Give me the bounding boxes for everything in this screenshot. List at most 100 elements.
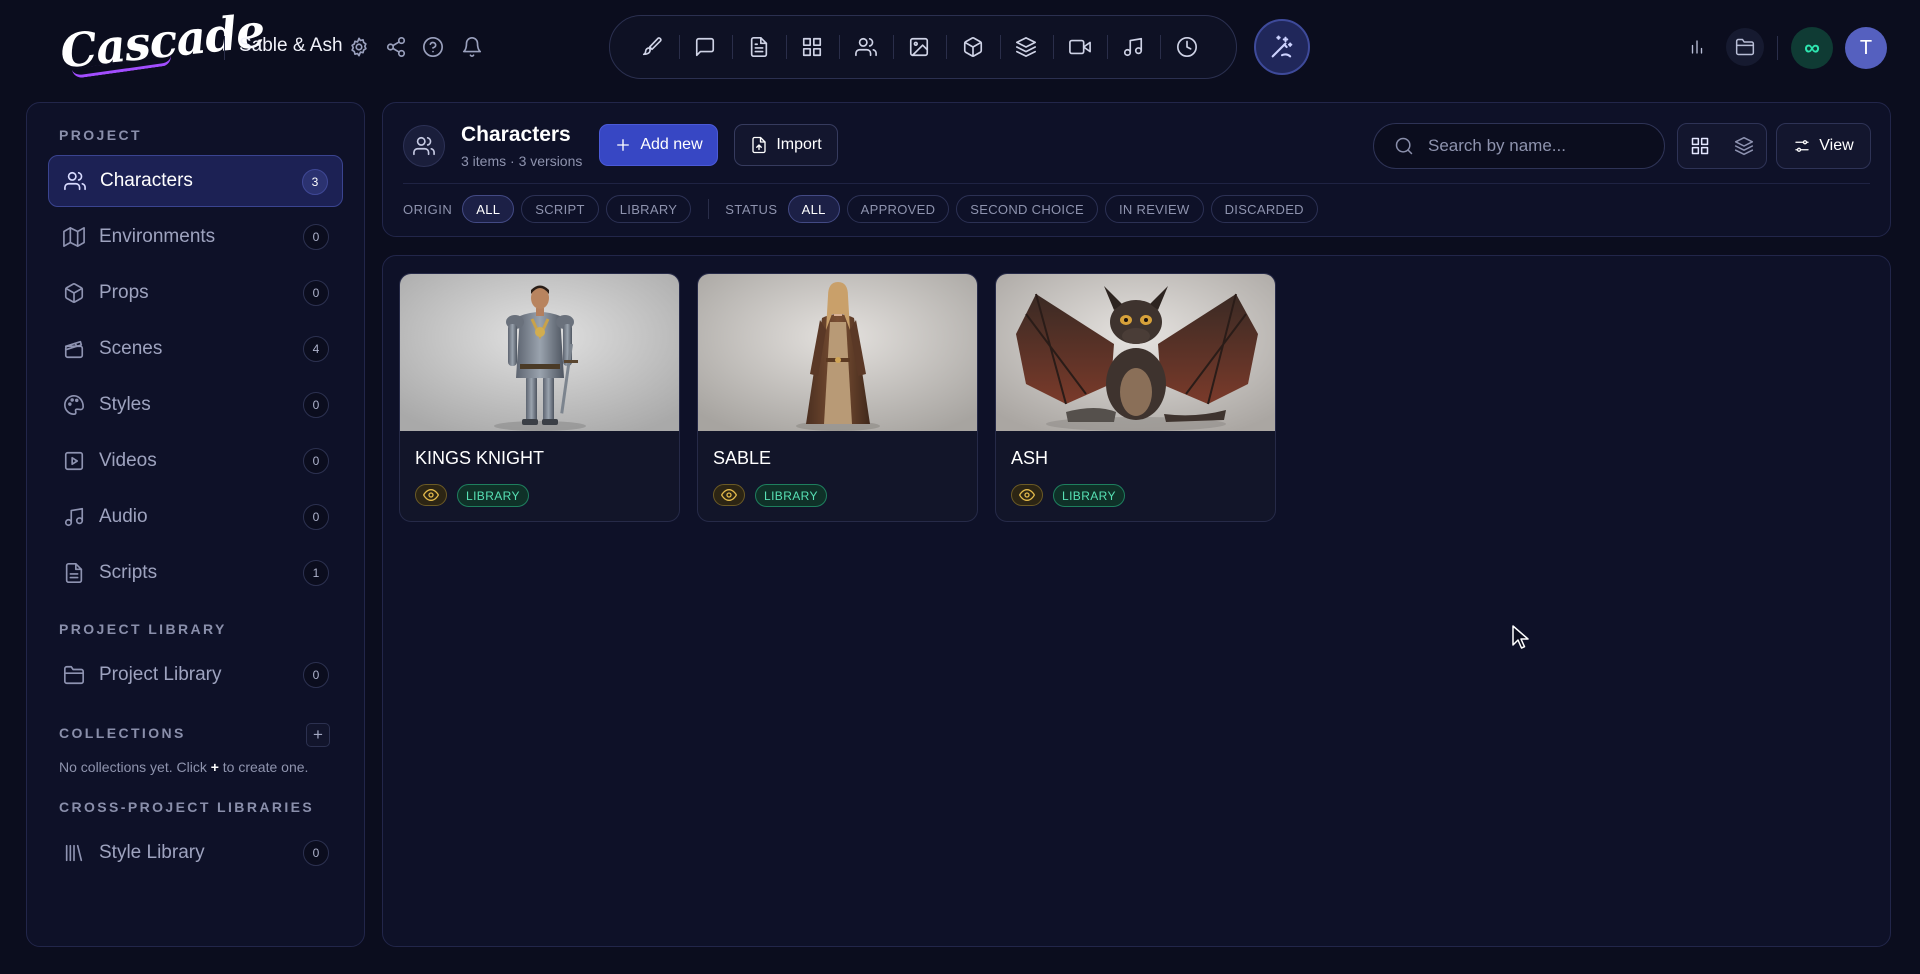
layers-icon[interactable] <box>999 15 1054 79</box>
import-button[interactable]: Import <box>734 124 838 166</box>
sidebar-item-style-library[interactable]: Style Library 0 <box>48 827 343 879</box>
sidebar-item-label: Characters <box>100 170 193 191</box>
eye-icon[interactable] <box>1011 484 1043 506</box>
sidebar-item-project-library[interactable]: Project Library 0 <box>48 649 343 701</box>
character-card[interactable]: SABLE LIBRARY <box>697 273 978 522</box>
help-icon[interactable] <box>422 36 446 60</box>
sidebar-item-label: Scenes <box>99 338 163 359</box>
plus-icon <box>617 139 630 151</box>
divider <box>1777 36 1778 60</box>
count-badge: 4 <box>303 336 329 362</box>
section-label-project: PROJECT <box>59 127 142 143</box>
users-icon <box>403 125 445 167</box>
count-badge: 3 <box>302 169 328 195</box>
character-card[interactable]: KINGS KNIGHT LIBRARY <box>399 273 680 522</box>
search-box <box>1373 123 1665 169</box>
sliders-icon <box>1795 140 1809 152</box>
status-label: STATUS <box>725 201 778 217</box>
eye-icon[interactable] <box>713 484 745 506</box>
library-badge: LIBRARY <box>755 484 827 507</box>
character-card[interactable]: ASH LIBRARY <box>995 273 1276 522</box>
count-badge: 0 <box>303 448 329 474</box>
count-badge: 0 <box>303 392 329 418</box>
header-panel: Characters 3 items · 3 versions Add new … <box>382 102 1891 237</box>
search-icon <box>1395 137 1413 155</box>
character-name: KINGS KNIGHT <box>415 448 545 468</box>
count-badge: 0 <box>303 224 329 250</box>
clock-icon[interactable] <box>1160 15 1214 79</box>
view-options-button[interactable]: View <box>1776 123 1871 169</box>
origin-filter-library[interactable]: LIBRARY <box>605 195 692 223</box>
image-icon[interactable] <box>892 15 947 79</box>
file-upload-icon <box>752 136 767 154</box>
origin-label: ORIGIN <box>403 201 453 217</box>
count-badge: 0 <box>303 840 329 866</box>
bell-icon[interactable] <box>461 36 485 60</box>
users-icon[interactable] <box>839 15 893 79</box>
filter-row: ORIGIN ALL SCRIPT LIBRARY STATUS ALL APP… <box>403 195 1325 223</box>
sidebar-item-videos[interactable]: Videos 0 <box>48 435 343 487</box>
cube-icon[interactable] <box>946 15 1000 79</box>
grid-view-icon[interactable] <box>1678 124 1722 168</box>
infinite-icon[interactable]: ∞ <box>1791 27 1833 69</box>
magic-wand-icon[interactable] <box>1254 19 1310 75</box>
sidebar-item-label: Environments <box>99 226 216 247</box>
analytics-icon[interactable] <box>1678 28 1716 66</box>
settings-icon[interactable] <box>348 36 372 60</box>
grid-icon[interactable] <box>785 15 840 79</box>
tool-navigation <box>609 15 1237 79</box>
map-icon <box>63 226 85 248</box>
add-collection-button[interactable]: + <box>306 723 330 747</box>
origin-filter-all[interactable]: ALL <box>462 195 515 223</box>
sidebar-item-scripts[interactable]: Scripts 1 <box>48 547 343 599</box>
video-file-icon <box>63 450 85 472</box>
sidebar-item-audio[interactable]: Audio 0 <box>48 491 343 543</box>
section-label-project-library: PROJECT LIBRARY <box>59 621 227 637</box>
sidebar: PROJECT Characters 3 Environments 0 Prop… <box>26 102 365 947</box>
layers-view-icon[interactable] <box>1722 124 1766 168</box>
music-icon[interactable] <box>1106 15 1161 79</box>
status-filter-discarded[interactable]: DISCARDED <box>1210 195 1318 223</box>
count-badge: 0 <box>303 662 329 688</box>
status-filter-all[interactable]: ALL <box>787 195 840 223</box>
document-icon[interactable] <box>732 15 786 79</box>
search-input[interactable] <box>1428 136 1628 156</box>
project-name[interactable]: Sable & Ash <box>239 35 343 57</box>
sidebar-item-styles[interactable]: Styles 0 <box>48 379 343 431</box>
top-bar: Cascade Sable & Ash ∞ T <box>0 0 1920 94</box>
page-title: Characters <box>461 123 571 146</box>
user-avatar[interactable]: T <box>1845 27 1887 69</box>
origin-filter-script[interactable]: SCRIPT <box>521 195 599 223</box>
library-icon <box>63 842 85 864</box>
add-new-button[interactable]: Add new <box>599 124 718 166</box>
character-name: ASH <box>1011 448 1049 468</box>
content-panel: KINGS KNIGHT LIBRARY SABLE LIBRARY ASH L… <box>382 255 1891 947</box>
sidebar-item-scenes[interactable]: Scenes 4 <box>48 323 343 375</box>
sidebar-item-label: Scripts <box>99 562 158 583</box>
share-icon[interactable] <box>385 36 409 60</box>
collections-empty-text: No collections yet. Click + to create on… <box>59 759 309 775</box>
status-filter-approved[interactable]: APPROVED <box>846 195 950 223</box>
eye-icon[interactable] <box>415 484 447 506</box>
palette-icon <box>63 394 85 416</box>
brush-icon[interactable] <box>625 15 679 79</box>
video-icon[interactable] <box>1053 15 1107 79</box>
sidebar-item-environments[interactable]: Environments 0 <box>48 211 343 263</box>
status-filter-in-review[interactable]: IN REVIEW <box>1105 195 1204 223</box>
mouse-cursor-icon <box>1512 625 1529 649</box>
status-filter-second-choice[interactable]: SECOND CHOICE <box>956 195 1098 223</box>
library-badge: LIBRARY <box>1053 484 1125 507</box>
sidebar-item-props[interactable]: Props 0 <box>48 267 343 319</box>
count-badge: 0 <box>303 504 329 530</box>
document-icon <box>63 562 85 584</box>
sidebar-item-label: Props <box>99 282 149 303</box>
sidebar-item-label: Videos <box>99 450 157 471</box>
divider <box>403 183 1870 184</box>
folder-icon[interactable] <box>1726 28 1764 66</box>
sidebar-item-label: Project Library <box>99 664 222 685</box>
view-toggle <box>1677 123 1767 169</box>
sidebar-item-characters[interactable]: Characters 3 <box>48 155 343 207</box>
section-label-collections: COLLECTIONS <box>59 725 186 741</box>
music-icon <box>63 506 85 528</box>
chat-icon[interactable] <box>678 15 733 79</box>
